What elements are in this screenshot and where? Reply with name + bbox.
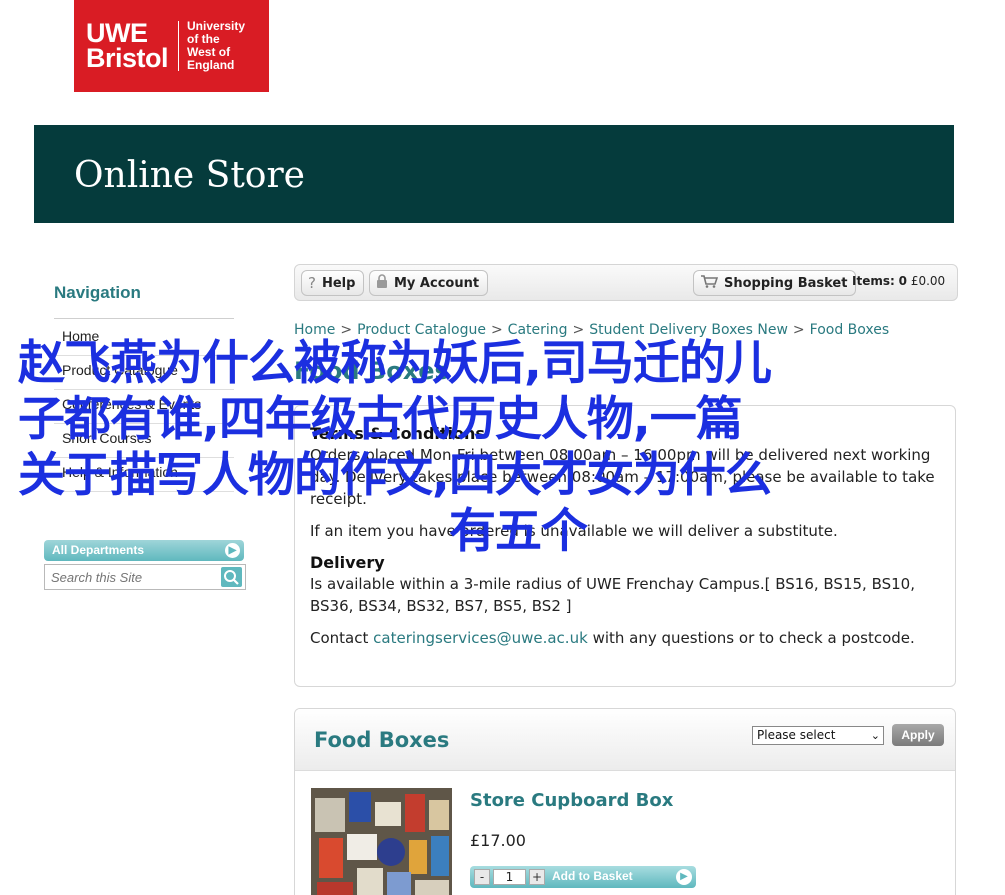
basket-summary: Items: 0 £0.00 [852,274,945,288]
breadcrumb-separator: > [572,322,585,338]
arrow-right-icon: ▶ [676,869,692,885]
lock-icon [376,273,388,293]
contact-text: Contact cateringservices@uwe.ac.uk with … [310,627,940,649]
nav-item-help-information[interactable]: Help & Information [54,458,234,492]
navigation-list: Home Product Catalogue Conferences & Eve… [54,322,234,492]
contact-email-link[interactable]: cateringservices@uwe.ac.uk [373,629,588,647]
groceries-image [311,788,452,895]
product-price: £17.00 [470,831,526,850]
quantity-increase-button[interactable]: + [529,869,545,885]
shopping-basket-label: Shopping Basket [724,275,848,291]
breadcrumb-catering[interactable]: Catering [508,322,568,338]
page-title: Food Boxes [294,357,449,385]
arrow-right-icon: ▶ [225,543,240,558]
sort-select[interactable]: Please select ⌄ [752,726,884,745]
my-account-button[interactable]: My Account [369,270,489,296]
store-banner: Online Store [34,125,954,223]
substitute-text: If an item you have ordered is unavailab… [310,522,838,540]
my-account-label: My Account [394,275,480,291]
nav-item-conferences-events[interactable]: Conferences & Events [54,390,234,424]
logo-divider [178,21,180,71]
store-toolbar: ? Help My Account Shopping Basket Items:… [294,264,958,301]
product-name-link[interactable]: Store Cupboard Box [470,790,673,811]
contact-suffix: with any questions or to check a postcod… [592,629,915,647]
apply-button[interactable]: Apply [892,724,944,746]
basket-icon [700,274,719,292]
breadcrumb-food-boxes[interactable]: Food Boxes [810,322,890,338]
delivery-heading: Delivery [310,553,385,572]
breadcrumb: Home > Product Catalogue > Catering > Student … [294,322,889,338]
delivery-text: Is available within a 3-mile radius of U… [310,575,915,615]
search-button[interactable] [221,567,242,587]
quantity-input[interactable]: 1 [493,869,526,885]
terms-text: Orders placed Mon-Fri between 08:00am – … [310,446,935,508]
product-image[interactable] [311,788,452,895]
breadcrumb-product-catalogue[interactable]: Product Catalogue [357,322,486,338]
breadcrumb-home[interactable]: Home [294,322,335,338]
chevron-down-icon: ⌄ [870,729,880,742]
banner-title: Online Store [74,155,305,196]
add-to-basket-button[interactable]: Add to Basket [552,869,633,883]
help-label: Help [321,275,356,291]
contact-prefix: Contact [310,629,369,647]
nav-item-home[interactable]: Home [54,322,234,356]
all-departments-button[interactable]: All Departments ▶ [44,540,244,561]
nav-item-product-catalogue[interactable]: Product Catalogue [54,356,234,390]
terms-heading: Terms & Conditions [310,424,485,443]
panel-title: Food Boxes [314,728,450,752]
navigation-heading: Navigation [54,283,141,302]
help-button[interactable]: ? Help [301,270,365,296]
breadcrumb-separator: > [490,322,503,338]
items-count: 0 [898,274,907,288]
panel-header: Food Boxes Please select ⌄ Apply [295,709,955,771]
breadcrumb-separator: > [792,322,805,338]
question-icon: ? [308,274,316,292]
breadcrumb-separator: > [340,322,353,338]
search-input[interactable] [45,565,221,589]
logo-university-name: University of the West of England [187,19,246,72]
add-to-basket-bar: - 1 + Add to Basket ▶ [470,866,696,888]
food-boxes-panel: Food Boxes Please select ⌄ Apply Store C… [294,708,956,895]
navigation-divider [54,318,234,319]
uwe-bristol-logo[interactable]: UWE Bristol University of the West of En… [74,0,269,92]
nav-item-short-courses[interactable]: Short Courses [54,424,234,458]
terms-info-box: Terms & Conditions Orders placed Mon-Fri… [294,405,956,687]
sort-select-value: Please select [757,728,836,742]
site-search [44,564,246,590]
logo-wordmark: UWE Bristol [86,18,169,73]
items-label: Items: [852,274,895,288]
all-departments-label: All Departments [52,543,145,557]
shopping-basket-button[interactable]: Shopping Basket [693,270,857,296]
basket-total: £0.00 [910,274,946,288]
quantity-decrease-button[interactable]: - [474,869,490,885]
breadcrumb-student-delivery-boxes[interactable]: Student Delivery Boxes New [589,322,788,338]
search-icon [224,570,239,585]
